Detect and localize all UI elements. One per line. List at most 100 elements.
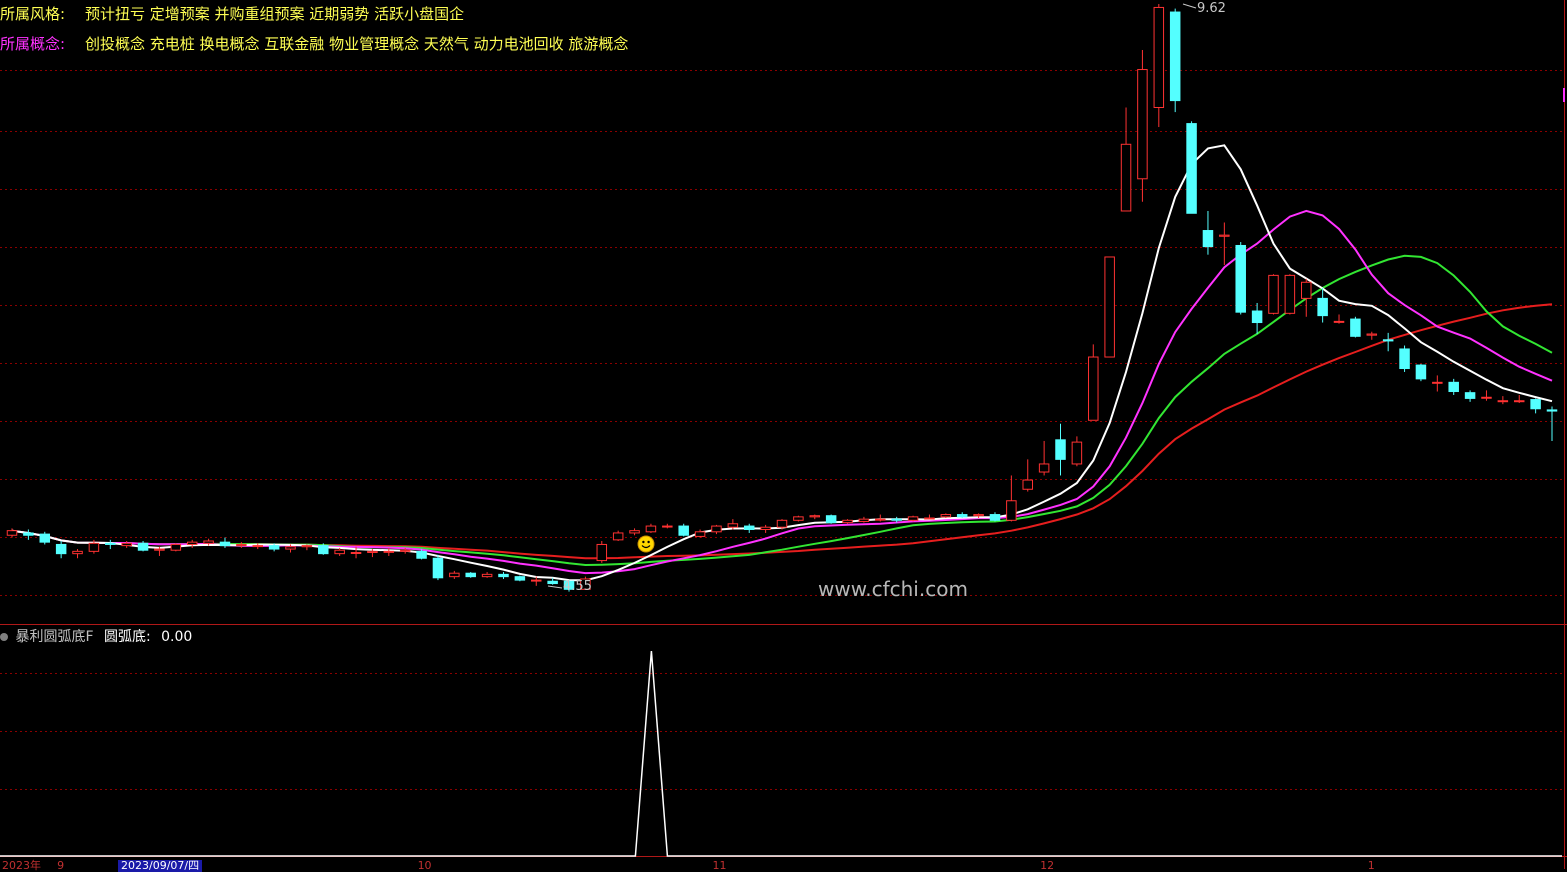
candle-body [105, 542, 116, 545]
candle [711, 524, 722, 535]
candle [1202, 210, 1214, 255]
candle-body [1169, 11, 1181, 102]
candle-body [383, 550, 395, 553]
candle-body [1071, 441, 1083, 465]
month-label: 1 [1367, 859, 1375, 872]
candle [662, 523, 673, 529]
candle-body [1186, 123, 1197, 214]
candle [1546, 406, 1558, 441]
candle-body [612, 532, 624, 541]
month-label: 9 [57, 859, 65, 872]
indicator-title[interactable]: 暴利圆弧底F 圆弧底: 0.00 [0, 626, 192, 646]
candle-body [1284, 274, 1296, 314]
candle [219, 537, 231, 548]
low-price-label: 4.55 [563, 579, 592, 594]
axis-year-label: 2023年 [2, 859, 41, 872]
candle [1071, 436, 1083, 467]
candle-body [219, 541, 231, 547]
candle [1088, 344, 1099, 421]
candle-body [399, 549, 411, 552]
candle-body [514, 576, 526, 581]
candle [629, 528, 640, 536]
candle-body [301, 545, 313, 548]
style-label: 所属风格: [0, 5, 66, 23]
high-pointer [1182, 3, 1197, 9]
candle-body [186, 541, 198, 545]
candle-body [1448, 381, 1459, 393]
month-label: 11 [712, 859, 727, 872]
price-grid [0, 70, 1562, 790]
candle [989, 512, 1001, 522]
candle-body [334, 549, 345, 555]
candle [760, 524, 771, 533]
candle-body [88, 542, 100, 552]
candle [1513, 394, 1525, 404]
candle [137, 541, 149, 552]
candle-body [547, 580, 558, 585]
candle [55, 541, 67, 559]
indicator-series-line [0, 650, 1562, 857]
candle-body [39, 533, 51, 543]
candle [1481, 390, 1492, 401]
ma-white-line [11, 144, 1553, 582]
candle-body [432, 557, 444, 579]
candle [1448, 378, 1459, 395]
high-price-label: 9.62 [1197, 1, 1226, 16]
candle [1235, 242, 1246, 315]
candle [1415, 363, 1427, 382]
candle [858, 516, 870, 523]
candle-body [678, 525, 689, 536]
candle-body [55, 543, 67, 555]
candle-body [1513, 400, 1525, 403]
candle-body [1251, 310, 1263, 324]
low-pointer [547, 585, 563, 589]
candle-body [1497, 400, 1509, 403]
candle-body [1006, 500, 1017, 521]
candle [645, 523, 657, 533]
candlestick-series [6, 4, 1558, 592]
candle-body [842, 519, 853, 524]
candle-body [72, 550, 83, 555]
candle-body [973, 514, 984, 517]
candle [1301, 278, 1312, 317]
candle-body [1530, 399, 1541, 410]
candle [1530, 398, 1541, 414]
candle-body [1350, 318, 1361, 337]
candle [1153, 4, 1165, 128]
indicator-name: 暴利圆弧底F [15, 629, 94, 645]
candle-body [711, 525, 722, 533]
stock-chart-canvas[interactable] [0, 0, 1567, 869]
smiley-signal-icon [637, 535, 655, 553]
candle-body [1399, 348, 1410, 370]
candle-body [285, 546, 296, 550]
candle-body [1546, 409, 1558, 412]
candle [1350, 316, 1361, 338]
candle [842, 519, 853, 524]
candle [186, 539, 198, 548]
candle-body [727, 523, 739, 528]
candle [105, 539, 116, 550]
candle-body [1464, 392, 1476, 399]
candle [1169, 8, 1181, 113]
indicator-dot-icon [0, 633, 8, 641]
indicator-panel [0, 650, 1562, 857]
candle [1022, 459, 1033, 492]
candle-body [465, 572, 476, 578]
candle [1366, 331, 1378, 340]
candle-body [252, 545, 263, 548]
candle-body [1481, 396, 1492, 399]
candle-body [23, 532, 34, 536]
candle-body [1415, 364, 1427, 380]
candle [1219, 222, 1230, 266]
candle-body [154, 548, 165, 551]
candle [23, 529, 34, 540]
candle-body [170, 543, 182, 551]
candle-body [6, 530, 18, 536]
candle-body [1317, 297, 1328, 317]
ma-magenta-line [11, 209, 1553, 575]
candle-body [809, 515, 821, 518]
candle-body [891, 518, 902, 521]
candle-body [743, 525, 755, 531]
candle [301, 544, 313, 551]
candle-body [1137, 69, 1148, 180]
